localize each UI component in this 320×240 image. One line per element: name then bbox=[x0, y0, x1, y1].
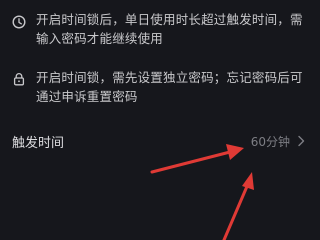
trigger-time-label: 触发时间 bbox=[12, 136, 65, 151]
info-text-time-limit: 开启时间锁后，单日使用时长超过触发时间，需输入密码才能继续使用 bbox=[36, 12, 303, 46]
clock-icon bbox=[12, 15, 26, 29]
trigger-time-value[interactable]: 60分钟 bbox=[251, 133, 290, 150]
trigger-time-row[interactable]: 触发时间 60分钟 bbox=[0, 128, 320, 154]
lock-icon bbox=[13, 73, 25, 86]
chevron-right-icon[interactable] bbox=[296, 135, 306, 147]
info-row-time-limit: 开启时间锁后，单日使用时长超过触发时间，需输入密码才能继续使用 bbox=[0, 10, 320, 52]
info-row-password: 开启时间锁，需先设置独立密码；忘记密码后可通过申诉重置密码 bbox=[0, 68, 320, 110]
info-text-password: 开启时间锁，需先设置独立密码；忘记密码后可通过申诉重置密码 bbox=[36, 70, 303, 104]
annotation-arrow-vertical bbox=[222, 172, 254, 240]
